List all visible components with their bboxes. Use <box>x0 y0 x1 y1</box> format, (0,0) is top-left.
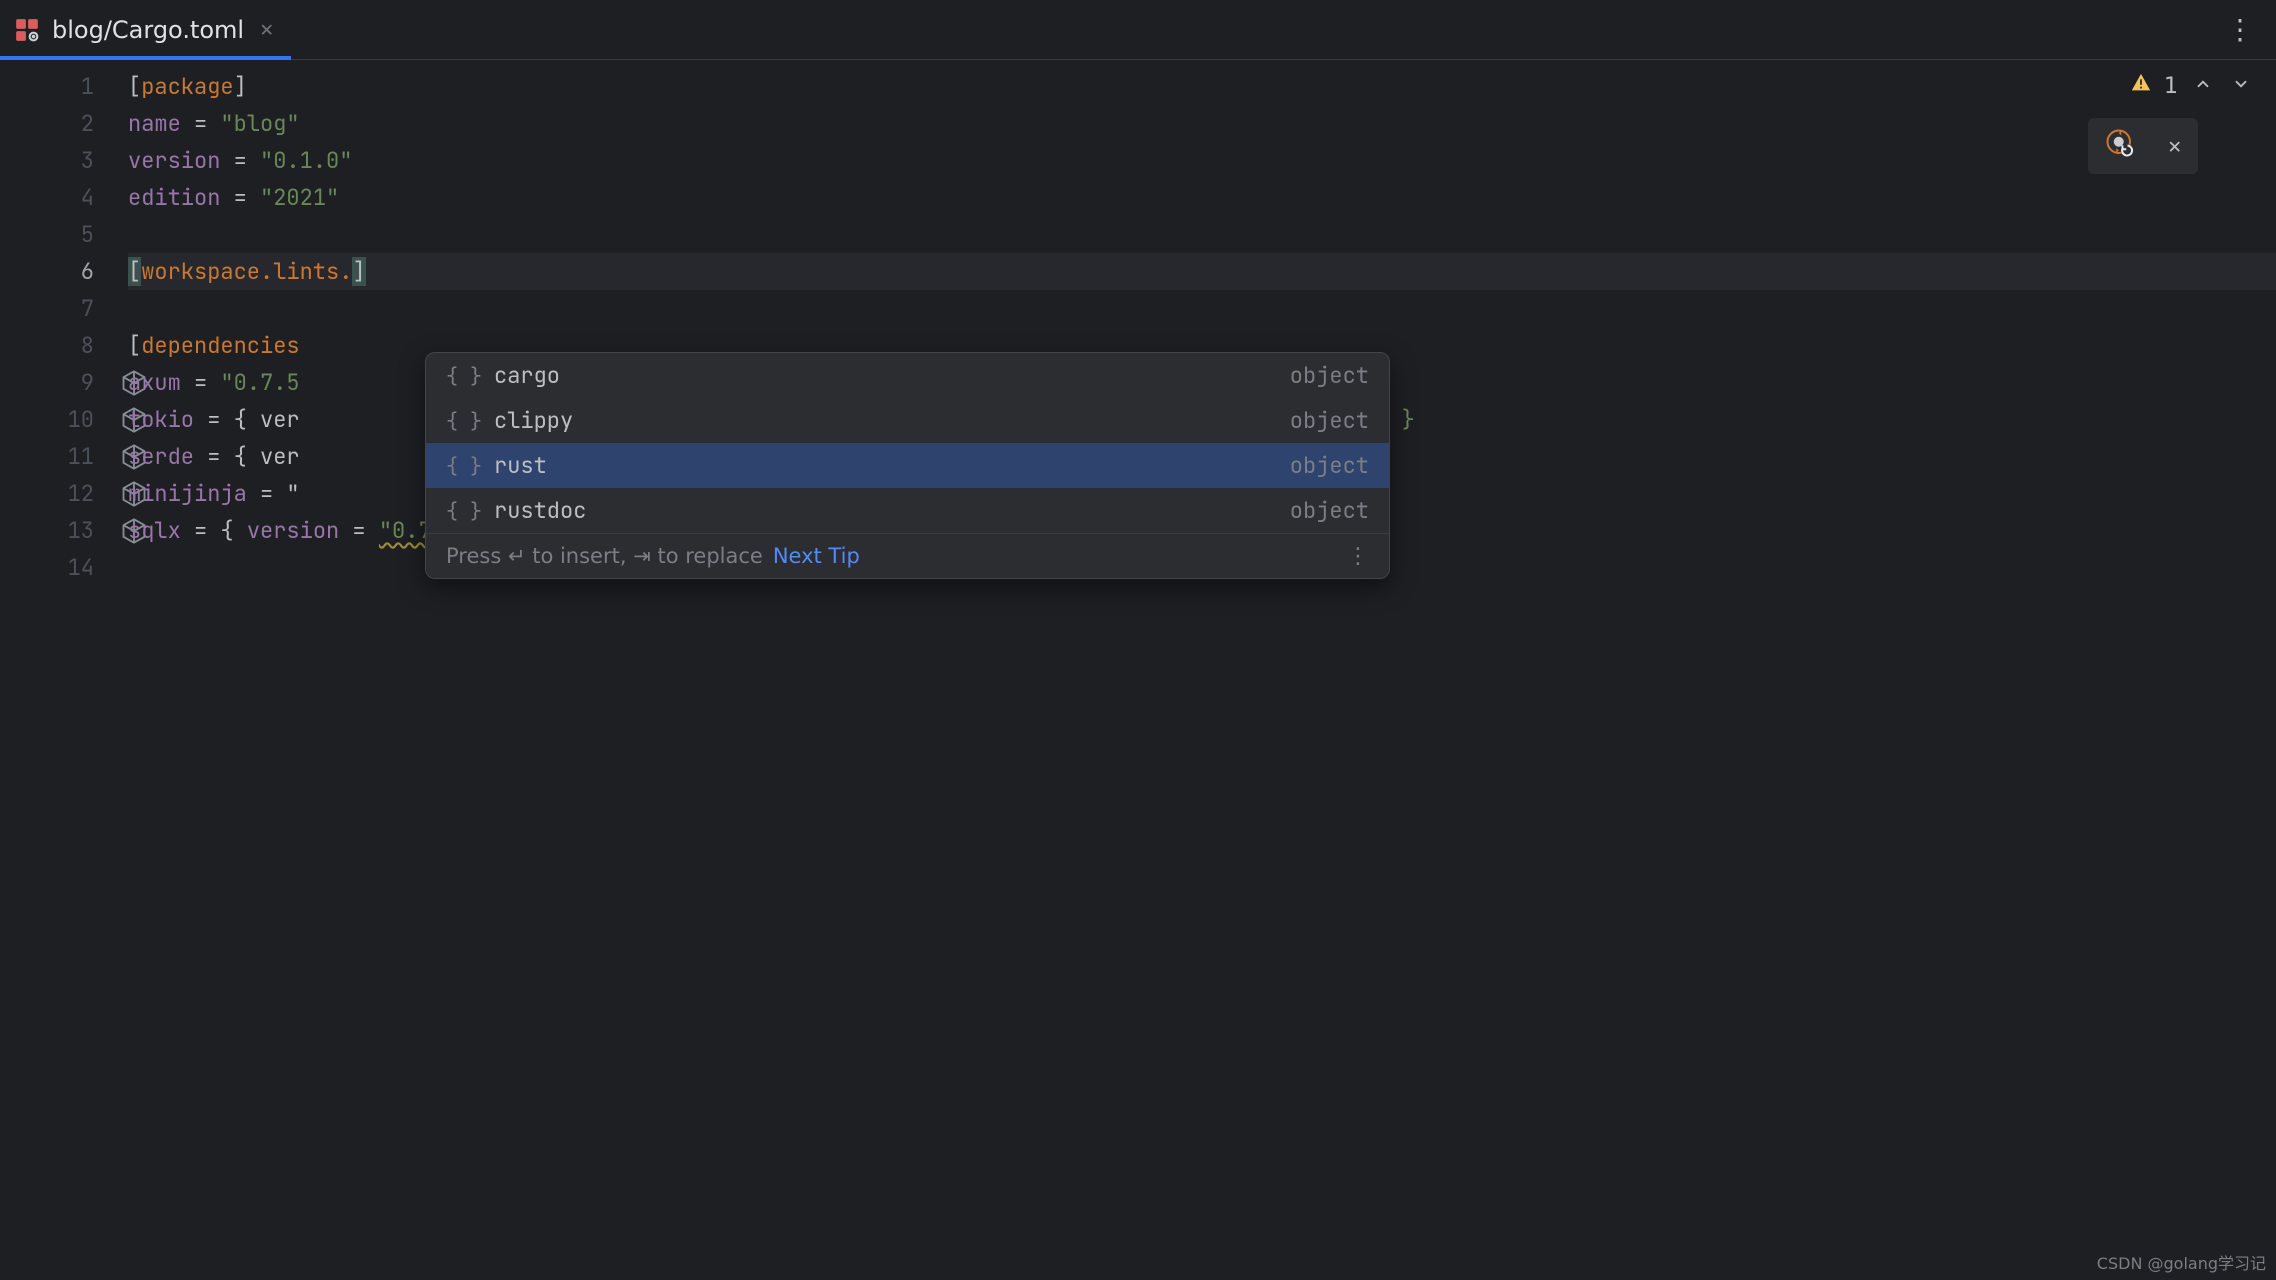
completion-type: object <box>1290 451 1369 480</box>
close-panel-icon[interactable]: ✕ <box>2168 132 2181 161</box>
tab-bar: blog/Cargo.toml ✕ ⋮ <box>0 0 2276 60</box>
editor: 1234567891011121314 1 ✕ [package] name =… <box>0 60 2276 1280</box>
completion-hint: Press ↵ to insert, ⇥ to replace <box>446 544 763 568</box>
code-line <box>128 290 2276 327</box>
completion-popup: { } cargo object { } clippy object { } rust obje… <box>425 352 1390 579</box>
completion-type: object <box>1290 361 1369 390</box>
completion-item-rustdoc[interactable]: { } rustdoc object <box>426 488 1389 533</box>
line-number: 5 <box>0 216 120 253</box>
object-icon: { } <box>446 453 482 479</box>
warning-icon <box>2130 72 2152 100</box>
warning-count: 1 <box>2164 74 2178 99</box>
line-number: 6 <box>0 253 120 290</box>
object-icon: { } <box>446 498 482 524</box>
completion-more-icon[interactable]: ⋮ <box>1347 544 1369 569</box>
object-icon: { } <box>446 408 482 434</box>
completion-footer: Press ↵ to insert, ⇥ to replace Next Tip… <box>426 533 1389 578</box>
line-number: 10 <box>0 401 120 438</box>
completion-item-cargo[interactable]: { } cargo object <box>426 353 1389 398</box>
code-line: version = "0.1.0" <box>128 142 2276 179</box>
cargo-refresh-icon[interactable] <box>2105 128 2135 165</box>
line-number: 3 <box>0 142 120 179</box>
line-number: 1 <box>0 68 120 105</box>
watermark: CSDN @golang学习记 <box>2097 1250 2266 1274</box>
tab-close-icon[interactable]: ✕ <box>256 11 277 48</box>
line-number: 12 <box>0 475 120 512</box>
object-icon: { } <box>446 363 482 389</box>
line-number: 7 <box>0 290 120 327</box>
code-line-current: [workspace.lints.] <box>128 253 2276 290</box>
floating-action-panel: ✕ <box>2088 118 2198 174</box>
cargo-file-icon <box>14 17 40 43</box>
line-number: 2 <box>0 105 120 142</box>
line-number: 4 <box>0 179 120 216</box>
completion-item-clippy[interactable]: { } clippy object <box>426 398 1389 443</box>
code-line: [package] <box>128 68 2276 105</box>
tab-options-icon[interactable]: ⋮ <box>2226 11 2256 48</box>
completion-label: cargo <box>494 361 1278 390</box>
completion-label: rustdoc <box>494 496 1278 525</box>
code-line: name = "blog" <box>128 105 2276 142</box>
line-number: 9 <box>0 364 120 401</box>
gutter: 1234567891011121314 <box>0 60 120 1280</box>
completion-label: rust <box>494 451 1278 480</box>
completion-type: object <box>1290 406 1369 435</box>
code-line <box>128 216 2276 253</box>
next-tip-link[interactable]: Next Tip <box>773 544 860 568</box>
code-line: edition = "2021" <box>128 179 2276 216</box>
inspection-widget[interactable]: 1 <box>2130 72 2254 100</box>
completion-item-rust[interactable]: { } rust object <box>426 443 1389 488</box>
line-number: 13 <box>0 512 120 549</box>
completion-label: clippy <box>494 406 1278 435</box>
completion-type: object <box>1290 496 1369 525</box>
line-number: 14 <box>0 549 120 586</box>
line-number: 11 <box>0 438 120 475</box>
line-number: 8 <box>0 327 120 364</box>
code-area[interactable]: 1 ✕ [package] name = "blog" version = "0… <box>120 60 2276 1280</box>
tab-title: blog/Cargo.toml <box>52 16 244 44</box>
prev-highlight-icon[interactable] <box>2190 74 2216 99</box>
tab-cargo-toml[interactable]: blog/Cargo.toml ✕ <box>0 0 291 59</box>
next-highlight-icon[interactable] <box>2228 74 2254 99</box>
